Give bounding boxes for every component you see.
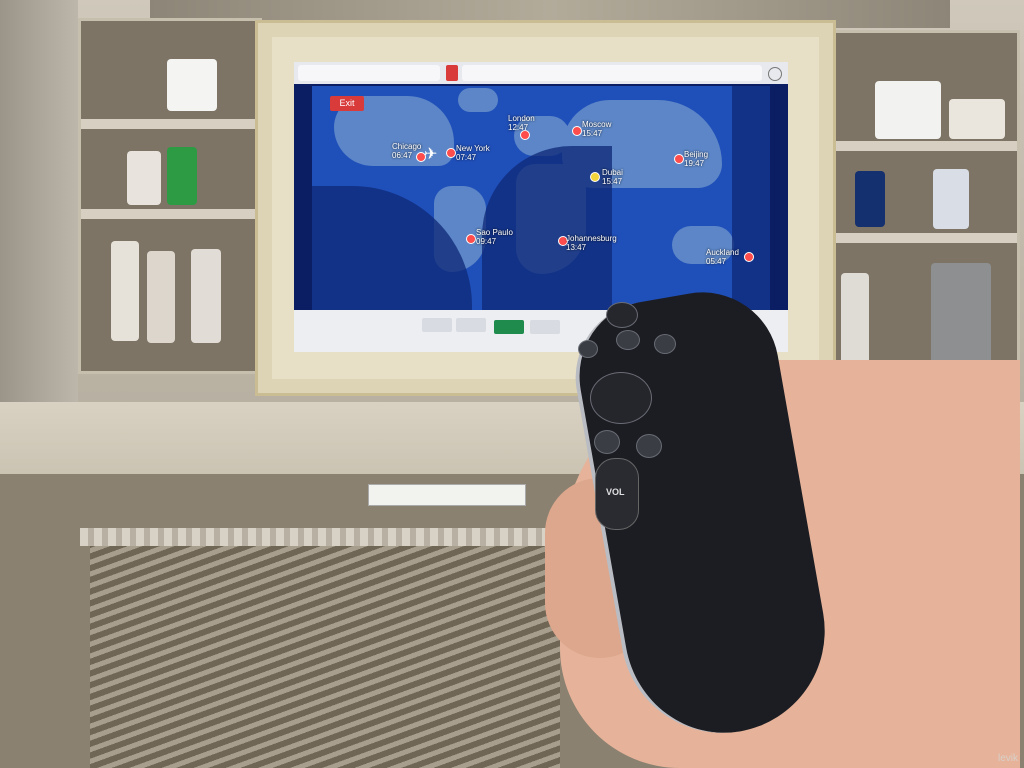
city-marker[interactable] bbox=[466, 234, 476, 244]
city-marker[interactable] bbox=[744, 252, 754, 262]
shelf-board bbox=[821, 233, 1017, 243]
soda-can bbox=[167, 147, 197, 205]
glass-cabinet bbox=[931, 263, 991, 373]
dpad-button[interactable] bbox=[590, 372, 652, 424]
shelf-board bbox=[81, 209, 259, 219]
instruction-sticker bbox=[368, 484, 526, 506]
water-bottle bbox=[191, 249, 221, 343]
land-greenland bbox=[458, 88, 498, 112]
right-minibar-shelf bbox=[818, 30, 1020, 406]
woven-panel bbox=[90, 530, 560, 768]
left-minibar-shelf bbox=[78, 18, 262, 374]
pepsi-can bbox=[933, 169, 969, 229]
city-label: Moscow 15:47 bbox=[582, 120, 612, 138]
amenity-box bbox=[875, 81, 941, 139]
night-shadow-east bbox=[732, 86, 770, 310]
city-marker[interactable] bbox=[674, 154, 684, 164]
city-marker[interactable] bbox=[572, 126, 582, 136]
city-label: Auckland 05:47 bbox=[706, 248, 739, 266]
shelf-board bbox=[81, 119, 259, 129]
water-bottle bbox=[841, 273, 869, 373]
remote-button[interactable] bbox=[636, 434, 662, 458]
remote-button[interactable] bbox=[578, 340, 598, 358]
settings-icon[interactable] bbox=[768, 67, 782, 81]
map-control-button[interactable] bbox=[422, 318, 452, 332]
city-label: London 12:47 bbox=[508, 114, 535, 132]
city-label: Sao Paulo 09:47 bbox=[476, 228, 513, 246]
pepsi-can bbox=[855, 171, 885, 227]
map-control-button[interactable] bbox=[530, 320, 560, 334]
city-label: Beijing 19:47 bbox=[684, 150, 709, 168]
screen-top-bar bbox=[294, 62, 788, 84]
map-control-button[interactable] bbox=[456, 318, 486, 332]
amenity-box bbox=[949, 99, 1005, 139]
watermark: levik bbox=[997, 753, 1018, 764]
app-icon bbox=[446, 65, 458, 81]
power-button[interactable] bbox=[606, 302, 638, 328]
water-bottle bbox=[111, 241, 139, 341]
city-marker[interactable] bbox=[446, 148, 456, 158]
remote-button[interactable] bbox=[654, 334, 676, 354]
city-label: Chicago 06:47 bbox=[392, 142, 422, 160]
water-bottle bbox=[147, 251, 175, 343]
city-label: New York 07:47 bbox=[456, 144, 490, 162]
address-bar[interactable] bbox=[462, 65, 762, 81]
shelf-board bbox=[821, 141, 1017, 151]
remote-button[interactable] bbox=[594, 430, 620, 454]
amenity-box bbox=[167, 59, 217, 111]
city-label: Dubai 15:47 bbox=[602, 168, 623, 186]
woven-trim bbox=[80, 528, 560, 546]
city-label: Johannesburg 13:47 bbox=[566, 234, 617, 252]
world-map[interactable]: ✈ Chicago 06:47 New York 07:47 London 12:47… bbox=[312, 86, 770, 310]
snack-packet bbox=[127, 151, 161, 205]
airplane-icon: ✈ bbox=[424, 146, 438, 163]
exit-button[interactable]: Exit bbox=[330, 96, 364, 111]
city-marker[interactable] bbox=[590, 172, 600, 182]
remote-button[interactable] bbox=[616, 330, 640, 350]
volume-rocker[interactable]: VOL bbox=[595, 458, 639, 530]
map-control-button-active[interactable] bbox=[494, 320, 524, 334]
tab-title[interactable] bbox=[298, 65, 440, 81]
